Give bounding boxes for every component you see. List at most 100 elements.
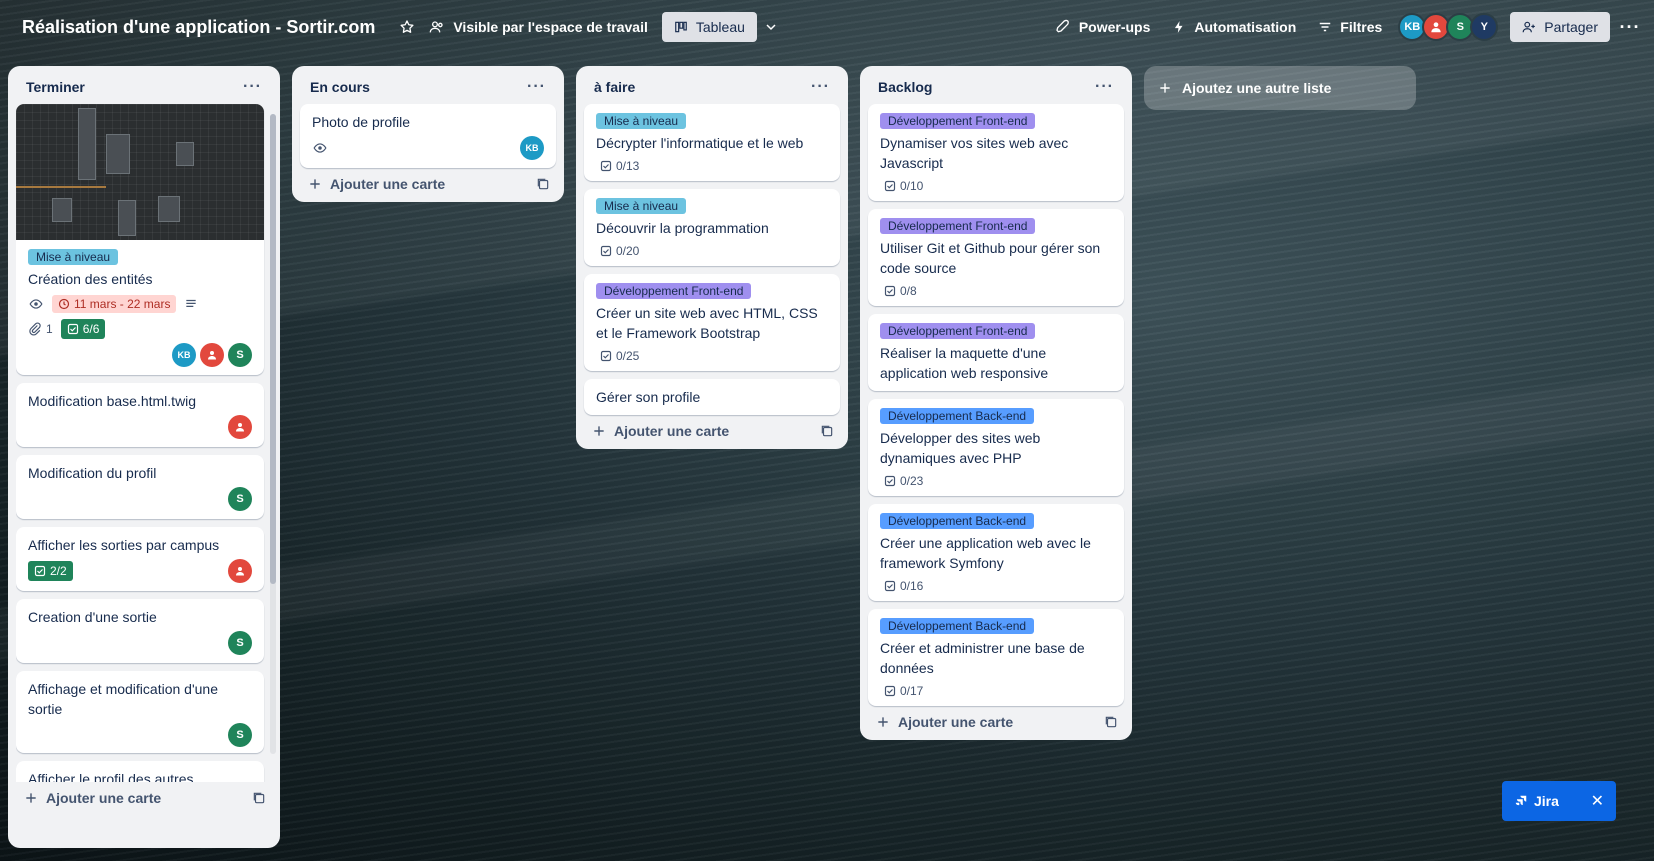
card[interactable]: Photo de profile KB bbox=[300, 104, 556, 168]
list-footer: Ajouter une carte bbox=[868, 706, 1124, 732]
card[interactable]: Mise à niveau Création des entités 11 ma… bbox=[16, 104, 264, 375]
add-card-label: Ajouter une carte bbox=[330, 176, 446, 192]
visibility-label: Visible par l'espace de travail bbox=[453, 19, 648, 35]
card-title: Dynamiser vos sites web avec Javascript bbox=[880, 135, 1069, 171]
card[interactable]: Gérer son profile bbox=[584, 379, 840, 415]
tab-board-view[interactable]: Tableau bbox=[661, 12, 757, 42]
avatar bbox=[200, 343, 224, 367]
add-card-label: Ajouter une carte bbox=[614, 423, 730, 439]
avatar: S bbox=[228, 487, 252, 511]
card-label: Développement Back-end bbox=[880, 513, 1035, 529]
card-footer: KB bbox=[312, 136, 544, 160]
checklist-count: 6/6 bbox=[82, 322, 100, 336]
add-card-button[interactable]: Ajouter une carte bbox=[592, 423, 729, 439]
list-menu-icon[interactable]: ··· bbox=[811, 78, 830, 96]
card-badges: 0/16 bbox=[880, 579, 1112, 593]
scrollbar-thumb[interactable] bbox=[270, 114, 276, 584]
list-menu-icon[interactable]: ··· bbox=[527, 78, 546, 96]
add-card-button[interactable]: Ajouter une carte bbox=[308, 176, 445, 192]
card[interactable]: Développement Front-end Dynamiser vos si… bbox=[868, 104, 1124, 201]
card[interactable]: Développement Front-end Utiliser Git et … bbox=[868, 209, 1124, 306]
template-icon[interactable] bbox=[252, 791, 266, 805]
list-a-faire: à faire ··· Mise à niveau Décrypter l'in… bbox=[576, 66, 848, 449]
add-list-button[interactable]: Ajoutez une autre liste bbox=[1144, 66, 1416, 110]
card-members bbox=[28, 415, 252, 439]
paperclip-icon bbox=[28, 322, 42, 336]
checklist-count: 2/2 bbox=[50, 564, 67, 578]
powerups-label: Power-ups bbox=[1078, 19, 1151, 35]
board-title[interactable]: Réalisation d'une application - Sortir.c… bbox=[22, 17, 375, 38]
board-header: Réalisation d'une application - Sortir.c… bbox=[0, 0, 1654, 54]
list-backlog: Backlog ··· Développement Front-end Dyna… bbox=[860, 66, 1132, 740]
checklist-count: 0/25 bbox=[616, 349, 640, 363]
checklist-badge: 0/20 bbox=[600, 244, 639, 258]
avatar: S bbox=[228, 631, 252, 655]
card-label: Mise à niveau bbox=[596, 113, 687, 129]
tab-label: Tableau bbox=[695, 19, 745, 35]
card-title: Modification du profil bbox=[28, 465, 157, 481]
list-scrollbar[interactable] bbox=[270, 114, 276, 754]
list-header: à faire ··· bbox=[584, 66, 840, 104]
share-button[interactable]: Partager bbox=[1510, 12, 1610, 42]
card[interactable]: Développement Back-end Développer des si… bbox=[868, 399, 1124, 496]
checkbox-icon bbox=[884, 685, 896, 697]
member-avatar-y[interactable]: Y bbox=[1470, 13, 1499, 41]
plus-icon bbox=[308, 177, 322, 191]
visibility-button[interactable]: Visible par l'espace de travail bbox=[421, 13, 656, 41]
template-icon[interactable] bbox=[536, 177, 550, 191]
card[interactable]: Afficher le profil des autres bbox=[16, 761, 264, 782]
add-card-button[interactable]: Ajouter une carte bbox=[24, 790, 161, 806]
add-card-button[interactable]: Ajouter une carte bbox=[876, 714, 1013, 730]
card-badges: 0/17 bbox=[880, 684, 1112, 698]
avatar: KB bbox=[520, 136, 544, 160]
list-title[interactable]: à faire bbox=[594, 79, 635, 95]
powerups-button[interactable]: Power-ups bbox=[1047, 13, 1159, 41]
automation-button[interactable]: Automatisation bbox=[1164, 13, 1304, 41]
card[interactable]: Modification base.html.twig bbox=[16, 383, 264, 447]
checkbox-icon bbox=[34, 565, 46, 577]
list-title[interactable]: Terminer bbox=[26, 79, 85, 95]
checklist-count: 0/8 bbox=[900, 284, 917, 298]
card[interactable]: Développement Front-end Réaliser la maqu… bbox=[868, 314, 1124, 391]
attachment-badge: 1 bbox=[28, 322, 53, 336]
card[interactable]: Affichage et modification d'une sortie S bbox=[16, 671, 264, 753]
card-title: Créer un site web avec HTML, CSS et le F… bbox=[596, 305, 818, 341]
card-title: Décrypter l'informatique et le web bbox=[596, 135, 804, 151]
plus-icon bbox=[876, 715, 890, 729]
list-cards-scroll[interactable]: Mise à niveau Création des entités 11 ma… bbox=[16, 104, 272, 782]
template-icon[interactable] bbox=[820, 424, 834, 438]
card[interactable]: Développement Back-end Créer une applica… bbox=[868, 504, 1124, 601]
list-menu-icon[interactable]: ··· bbox=[1095, 78, 1114, 96]
chevron-down-icon[interactable] bbox=[757, 13, 785, 41]
card-footer: 2/2 bbox=[28, 559, 252, 583]
card-badges-row2: 1 6/6 bbox=[28, 319, 252, 339]
list-title[interactable]: En cours bbox=[310, 79, 370, 95]
card-title: Afficher les sorties par campus bbox=[28, 537, 220, 553]
card[interactable]: Développement Front-end Créer un site we… bbox=[584, 274, 840, 371]
card[interactable]: Creation d'une sortie S bbox=[16, 599, 264, 663]
add-list-label: Ajoutez une autre liste bbox=[1182, 80, 1332, 96]
star-icon[interactable] bbox=[393, 13, 421, 41]
card[interactable]: Développement Back-end Créer et administ… bbox=[868, 609, 1124, 706]
more-options-icon[interactable]: ··· bbox=[1616, 13, 1644, 41]
list-terminer: Terminer ··· Mise à niveau Création des … bbox=[8, 66, 280, 848]
due-date-text: 11 mars - 22 mars bbox=[74, 297, 171, 311]
filters-button[interactable]: Filtres bbox=[1310, 13, 1390, 41]
list-title[interactable]: Backlog bbox=[878, 79, 932, 95]
checklist-badge: 0/8 bbox=[884, 284, 917, 298]
due-date-badge[interactable]: 11 mars - 22 mars bbox=[52, 295, 177, 313]
jira-button[interactable]: Jira ✕ bbox=[1502, 781, 1616, 821]
template-icon[interactable] bbox=[1104, 715, 1118, 729]
card[interactable]: Modification du profil S bbox=[16, 455, 264, 519]
card[interactable]: Afficher les sorties par campus 2/2 bbox=[16, 527, 264, 591]
checkbox-icon bbox=[600, 245, 612, 257]
checkbox-icon bbox=[884, 475, 896, 487]
description-icon bbox=[184, 297, 198, 311]
add-card-label: Ajouter une carte bbox=[46, 790, 162, 806]
card[interactable]: Mise à niveau Découvrir la programmation… bbox=[584, 189, 840, 266]
checkbox-icon bbox=[600, 350, 612, 362]
list-menu-icon[interactable]: ··· bbox=[243, 78, 262, 96]
card[interactable]: Mise à niveau Décrypter l'informatique e… bbox=[584, 104, 840, 181]
close-icon[interactable]: ✕ bbox=[1591, 791, 1604, 811]
card-title: Afficher le profil des autres bbox=[28, 771, 194, 782]
